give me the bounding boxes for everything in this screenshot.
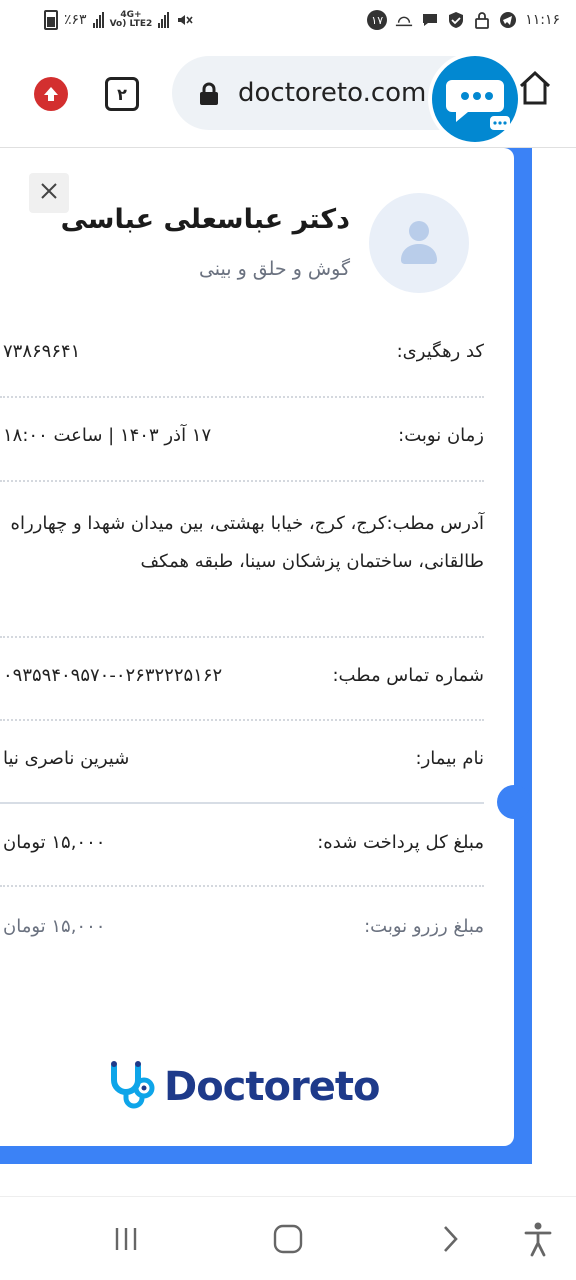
patient-name-label: نام بیمار: — [415, 748, 484, 769]
browser-toolbar: ۲ doctoreto.com — [0, 40, 576, 148]
lock-status-icon — [473, 11, 491, 29]
avatar — [369, 193, 469, 293]
total-paid-value: ۱۵,۰۰۰ تومان — [3, 832, 106, 853]
user-icon — [399, 216, 439, 270]
close-icon — [39, 181, 59, 205]
reservation-fee-value: ۱۵,۰۰۰ تومان — [3, 916, 106, 937]
section-divider — [0, 802, 484, 804]
accessibility-icon[interactable] — [518, 1219, 558, 1259]
back-icon[interactable] — [430, 1219, 470, 1259]
url-text: doctoreto.com — [238, 78, 427, 108]
home-icon[interactable] — [518, 70, 552, 110]
shield-icon — [447, 11, 465, 29]
clock: ۱۱:۱۶ — [525, 12, 560, 28]
office-address: آدرس مطب:کرج، کرج، خیابا بهشتی، بین میدا… — [0, 505, 484, 581]
mute-icon — [175, 11, 193, 29]
weather-icon — [395, 11, 413, 29]
appointment-time-value: ۱۷ آذر ۱۴۰۳ | ساعت ۱۸:۰۰ — [3, 425, 212, 446]
office-address-label: آدرس مطب: — [386, 513, 484, 534]
divider — [0, 885, 484, 887]
battery-text: ٪۶۳ — [64, 12, 87, 28]
tracking-code-value: ۷۳۸۶۹۶۴۱ — [3, 341, 81, 362]
divider — [0, 636, 484, 638]
network-volte: Vo) LTE2 — [109, 19, 153, 29]
stethoscope-logo-icon — [106, 1058, 160, 1116]
appointment-time-label: زمان نوبت: — [398, 425, 484, 446]
tab-switcher-button[interactable]: ۲ — [105, 77, 139, 111]
notification-count-badge: ۱۷ — [367, 10, 388, 30]
status-bar: ٪۶۳ 4G+ Vo) LTE2 ۱۷ ۱۱:۱۶ — [0, 0, 576, 40]
doctor-specialty: گوش و حلق و بینی — [198, 258, 350, 280]
telegram-icon — [499, 11, 517, 29]
logo-text: Doctoreto — [164, 1064, 380, 1110]
doctoreto-logo: Doctoreto — [106, 1058, 380, 1116]
lock-icon — [198, 82, 220, 110]
system-navigation-bar — [0, 1196, 576, 1280]
divider — [0, 719, 484, 721]
appointment-card — [0, 148, 514, 1146]
scroll-indicator[interactable] — [497, 785, 531, 819]
status-left: ٪۶۳ 4G+ Vo) LTE2 — [44, 10, 193, 30]
chat-button[interactable] — [428, 52, 522, 146]
status-right: ۱۷ ۱۱:۱۶ — [367, 10, 560, 30]
divider — [0, 396, 484, 398]
home-nav-icon[interactable] — [268, 1219, 308, 1259]
signal-icon-2 — [158, 12, 170, 28]
divider — [0, 480, 484, 482]
total-paid-label: مبلغ کل پرداخت شده: — [317, 832, 484, 853]
reservation-fee-label: مبلغ رزرو نوبت: — [364, 916, 484, 937]
tracking-code-label: کد رهگیری: — [396, 341, 484, 362]
office-phone-label: شماره تماس مطب: — [332, 665, 484, 686]
doctor-name: دکتر عباسعلی عباسی — [60, 204, 350, 235]
upload-icon[interactable] — [34, 77, 68, 111]
tab-count: ۲ — [117, 84, 127, 104]
patient-name-value: شیرین ناصری نیا — [3, 748, 130, 769]
signal-icon — [92, 12, 104, 28]
office-phone-value: ۰۹۳۵۹۴۰۹۵۷۰-۰۲۶۳۲۲۲۵۱۶۲ — [3, 665, 223, 686]
network-indicator: 4G+ Vo) LTE2 — [110, 11, 153, 29]
recent-apps-icon[interactable] — [106, 1219, 146, 1259]
message-icon — [421, 11, 439, 29]
chat-icon — [432, 56, 518, 142]
battery-icon — [44, 10, 58, 30]
